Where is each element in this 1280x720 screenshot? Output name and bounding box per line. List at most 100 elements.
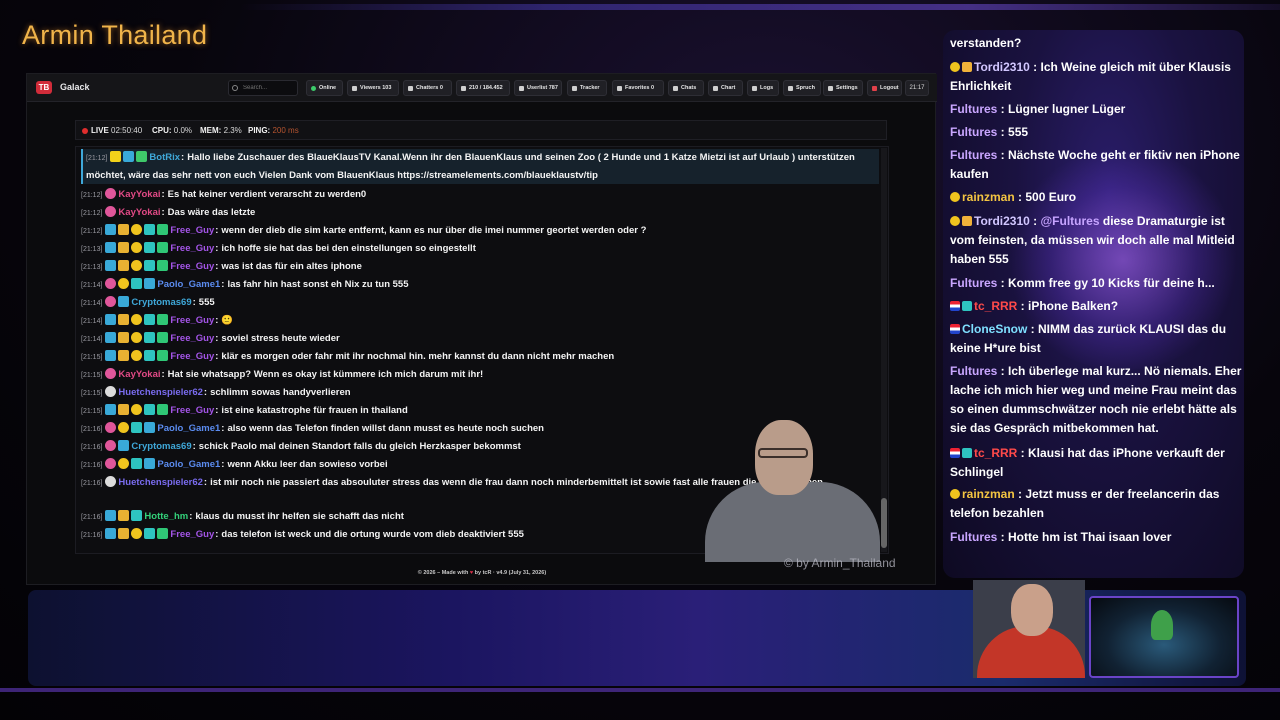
overlay-username: rainzman bbox=[962, 190, 1015, 204]
bottom-frame-glow bbox=[0, 688, 1280, 692]
user-badge-icon bbox=[950, 192, 960, 202]
user-badge-icon bbox=[144, 314, 156, 325]
message-username[interactable]: KayYokai bbox=[118, 369, 160, 380]
message-username[interactable]: KayYokai bbox=[118, 207, 160, 218]
message-timestamp: [21:16] bbox=[81, 444, 103, 451]
chats-button[interactable]: Chats bbox=[668, 80, 704, 96]
user-badge-icon bbox=[131, 260, 143, 271]
user-badge-icon bbox=[950, 324, 960, 334]
message-username[interactable]: Huetchenspieler62 bbox=[118, 477, 202, 488]
chat-message: [21:13] Free_Guy: ich hoffe sie hat das be… bbox=[81, 242, 476, 254]
message-text: las fahr hin hast sonst eh Nix zu tun 55… bbox=[227, 279, 409, 290]
user-badge-icon bbox=[118, 350, 130, 361]
message-username[interactable]: Free_Guy bbox=[170, 351, 214, 362]
user-badge-icon bbox=[144, 528, 156, 539]
message-username[interactable]: Cryptomas69 bbox=[131, 441, 191, 452]
overlay-chat: verstanden? Tordi2310 : Ich Weine gleich … bbox=[943, 30, 1244, 578]
live-status: LIVE 02:50:40 bbox=[91, 126, 143, 135]
message-username[interactable]: Free_Guy bbox=[170, 405, 214, 416]
chat-message: [21:12] KayYokai: Das wäre das letzte bbox=[81, 206, 256, 218]
message-username[interactable]: Free_Guy bbox=[170, 261, 214, 272]
message-username[interactable]: Free_Guy bbox=[170, 243, 214, 254]
logs-button[interactable]: Logs bbox=[747, 80, 779, 96]
favorites-button[interactable]: Favorites 0 bbox=[612, 80, 664, 96]
message-timestamp: [21:14] bbox=[81, 300, 103, 307]
chat-message: [21:12] Free_Guy: wenn der dieb die sim ka… bbox=[81, 224, 647, 236]
target-icon bbox=[572, 86, 577, 91]
spruch-button[interactable]: Spruch bbox=[783, 80, 821, 96]
message-timestamp: [21:14] bbox=[81, 336, 103, 343]
chat-message: [21:14] Free_Guy: soviel stress heute wied… bbox=[81, 332, 340, 344]
watermark: © by Armin_Thailand bbox=[784, 556, 896, 570]
message-username[interactable]: Huetchenspieler62 bbox=[118, 387, 202, 398]
user-badge-icon bbox=[105, 314, 117, 325]
message-text: Das wäre das letzte bbox=[167, 207, 256, 218]
brand-logo-icon: TB bbox=[36, 81, 52, 94]
message-username[interactable]: KayYokai bbox=[118, 189, 160, 200]
logout-button[interactable]: Logout bbox=[867, 80, 902, 96]
user-badge-icon bbox=[118, 242, 130, 253]
clock: 21:17 bbox=[905, 80, 929, 96]
user-badge-icon bbox=[118, 510, 130, 521]
settings-button[interactable]: Settings bbox=[823, 80, 863, 96]
message-text: klär es morgen oder fahr mit ihr nochmal… bbox=[221, 351, 615, 362]
overlay-username: rainzman bbox=[962, 487, 1015, 501]
viewers-button[interactable]: Viewers 103 bbox=[347, 80, 399, 96]
status-bar: LIVE 02:50:40 CPU: 0.0% MEM: 2.3% PING: … bbox=[75, 120, 887, 140]
overlay-chat-message: Fultures : Lügner lugner Lüger bbox=[950, 102, 1126, 116]
message-username[interactable]: Free_Guy bbox=[170, 333, 214, 344]
message-text: 555 bbox=[198, 297, 215, 308]
user-badge-icon bbox=[144, 260, 156, 271]
user-badge-icon bbox=[118, 260, 130, 271]
message-timestamp: [21:16] bbox=[81, 532, 103, 539]
message-timestamp: [21:12] bbox=[86, 155, 108, 162]
overlay-username: Fultures bbox=[950, 276, 998, 290]
user-badge-icon bbox=[110, 151, 122, 162]
user-badge-icon bbox=[105, 206, 117, 217]
ping-status: PING: 200 ms bbox=[248, 126, 299, 135]
user-badge-icon bbox=[105, 350, 117, 361]
overlay-username: tc_RRR bbox=[974, 299, 1018, 313]
message-username[interactable]: BotRix bbox=[149, 152, 180, 163]
chat-message: [21:14] Cryptomas69: 555 bbox=[81, 296, 215, 308]
message-username[interactable]: Cryptomas69 bbox=[131, 297, 191, 308]
messages-count-button[interactable]: 210 / 184.452 bbox=[456, 80, 510, 96]
user-badge-icon bbox=[950, 216, 960, 226]
user-badge-icon bbox=[105, 440, 117, 451]
overlay-message-text: 555 bbox=[1008, 125, 1029, 139]
message-text: ist eine katastrophe für frauen in thail… bbox=[221, 405, 408, 416]
message-username[interactable]: Paolo_Game1 bbox=[157, 459, 220, 470]
chat-message: [21:12] KayYokai: Es hat keiner verdient v… bbox=[81, 188, 367, 200]
message-username[interactable]: Free_Guy bbox=[170, 315, 214, 326]
tracker-button[interactable]: Tracker bbox=[567, 80, 607, 96]
online-button[interactable]: Online bbox=[306, 80, 343, 96]
overlay-message-text: verstanden? bbox=[950, 36, 1022, 50]
chatters-button[interactable]: Chatters 0 bbox=[403, 80, 452, 96]
message-username[interactable]: Paolo_Game1 bbox=[157, 279, 220, 290]
message-username[interactable]: Free_Guy bbox=[170, 225, 214, 236]
userlist-button[interactable]: Userlist 787 bbox=[514, 80, 562, 96]
chat-message: [21:15] KayYokai: Hat sie whatsapp? Wenn e… bbox=[81, 368, 484, 380]
overlay-chat-message: tc_RRR : iPhone Balken? bbox=[950, 297, 1242, 316]
top-frame-glow bbox=[240, 4, 1280, 10]
search-input[interactable] bbox=[228, 80, 298, 96]
message-username[interactable]: Free_Guy bbox=[170, 529, 214, 540]
overlay-chat-message: CloneSnow : NIMM das zurück KLAUSI das d… bbox=[950, 322, 1227, 355]
user-badge-icon bbox=[105, 224, 117, 235]
star-icon bbox=[617, 86, 622, 91]
message-text: wenn Akku leer dan sowieso vorbei bbox=[227, 459, 388, 470]
user-badge-icon bbox=[157, 260, 169, 271]
overlay-chat-message: Fultures : Komm free gy 10 Kicks für dei… bbox=[950, 276, 1215, 290]
user-badge-icon bbox=[131, 278, 143, 289]
message-username[interactable]: Hotte_hm bbox=[144, 511, 188, 522]
user-badge-icon bbox=[105, 404, 117, 415]
message-text: wenn der dieb die sim karte entfernt, ka… bbox=[221, 225, 647, 236]
user-badge-icon bbox=[157, 314, 169, 325]
overlay-username: Fultures bbox=[950, 102, 998, 116]
message-text: Hallo liebe Zuschauer des BlaueKlausTV K… bbox=[86, 152, 855, 181]
user-badge-icon bbox=[131, 332, 143, 343]
message-username[interactable]: Paolo_Game1 bbox=[157, 423, 220, 434]
overlay-chat-message: Tordi2310 : Ich Weine gleich mit über Kl… bbox=[950, 60, 1231, 93]
chat-message: [21:15] Huetchenspieler62: schlimm sowas h… bbox=[81, 386, 351, 398]
chart-button[interactable]: Chart bbox=[708, 80, 743, 96]
